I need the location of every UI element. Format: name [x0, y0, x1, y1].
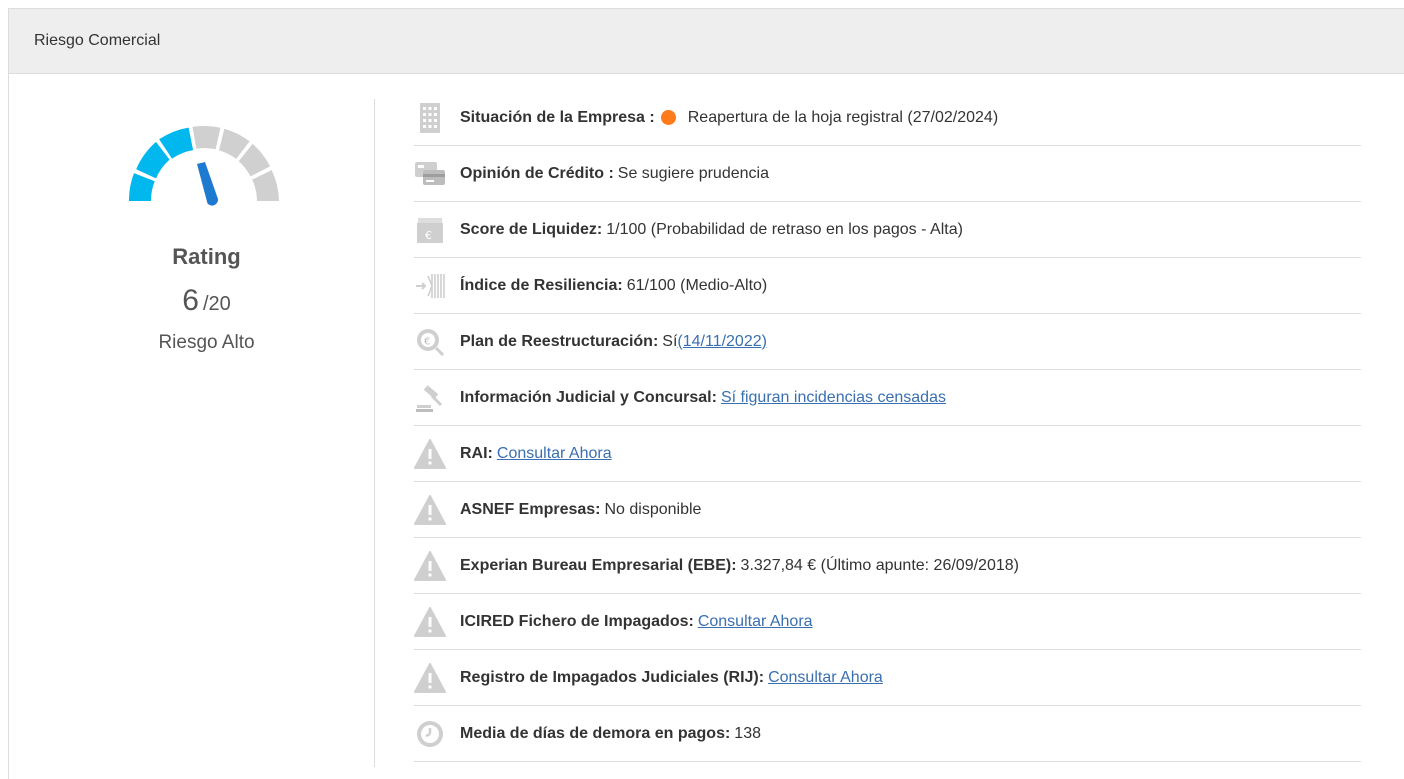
credit-card-icon [414, 158, 446, 190]
panel-title: Riesgo Comercial [34, 32, 161, 49]
rating-risk-text: Riesgo Alto [158, 332, 255, 353]
gavel-icon [414, 382, 446, 414]
warning-icon [414, 494, 446, 526]
building-icon [414, 102, 446, 134]
risk-items-list: Situación de la Empresa : Reapertura de … [414, 90, 1361, 762]
list-item-rij: Registro de Impagados Judiciales (RIJ): … [414, 650, 1361, 706]
column-divider [374, 99, 375, 767]
list-item-rai: RAI: Consultar Ahora [414, 426, 1361, 482]
item-label: Score de Liquidez: [460, 220, 603, 238]
item-value: 1/100 (Probabilidad de retraso en los pa… [606, 220, 963, 238]
rij-consult-link[interactable]: Consultar Ahora [768, 669, 883, 687]
item-label: Experian Bureau Empresarial (EBE): [460, 556, 737, 574]
item-label: Media de días de demora en pagos: [460, 724, 731, 742]
list-item-judicial-info: Información Judicial y Concursal: Sí fig… [414, 370, 1361, 426]
item-value: Se sugiere prudencia [617, 164, 769, 182]
resilience-icon [414, 270, 446, 302]
item-label: Índice de Resiliencia: [460, 276, 623, 294]
gauge-segment-4 [192, 126, 221, 150]
rating-score-value: 6 [182, 284, 199, 317]
item-label: Situación de la Empresa : [460, 108, 655, 126]
rating-score: 6/20 [9, 284, 404, 318]
euro-search-icon: € [414, 326, 446, 358]
list-item-icired: ICIRED Fichero de Impagados: Consultar A… [414, 594, 1361, 650]
item-value: 61/100 (Medio-Alto) [626, 276, 768, 294]
rating-score-max: /20 [202, 293, 231, 315]
list-item-company-status: Situación de la Empresa : Reapertura de … [414, 90, 1361, 146]
list-item-payment-delay: Media de días de demora en pagos: 138 [414, 706, 1361, 762]
item-label: Plan de Reestructuración: [460, 332, 659, 350]
rating-label: Rating [172, 244, 241, 269]
item-value: 3.327,84 € (Último apunte: 26/09/2018) [740, 556, 1019, 574]
rai-consult-link[interactable]: Consultar Ahora [497, 445, 612, 463]
rating-section: Rating 6/20 Riesgo Alto [9, 74, 374, 779]
item-value: Reapertura de la hoja registral (27/02/2… [687, 108, 999, 126]
item-label: RAI: [460, 444, 493, 462]
list-item-credit-opinion: Opinión de Crédito : Se sugiere prudenci… [414, 146, 1361, 202]
list-item-liquidity-score: € Score de Liquidez: 1/100 (Probabilidad… [414, 202, 1361, 258]
gauge-segment-1 [129, 173, 155, 201]
wallet-euro-icon: € [414, 214, 446, 246]
warning-icon [414, 662, 446, 694]
item-label: Opinión de Crédito : [460, 164, 614, 182]
list-item-asnef: ASNEF Empresas: No disponible [414, 482, 1361, 538]
list-item-experian: Experian Bureau Empresarial (EBE): 3.327… [414, 538, 1361, 594]
item-label: ASNEF Empresas: [460, 500, 601, 518]
list-item-resilience-index: Índice de Resiliencia: 61/100 (Medio-Alt… [414, 258, 1361, 314]
icired-consult-link[interactable]: Consultar Ahora [698, 613, 813, 631]
svg-text:€: € [425, 229, 432, 242]
commercial-risk-panel: Riesgo Comercial Rating 6/20 Riesgo Alto… [8, 8, 1404, 779]
restructuring-date-link[interactable]: (14/11/2022) [677, 333, 767, 351]
panel-header: Riesgo Comercial [9, 9, 1404, 74]
judicial-incidents-link[interactable]: Sí figuran incidencias censadas [721, 389, 946, 407]
item-value: Sí [662, 332, 678, 350]
item-value: No disponible [604, 500, 702, 518]
item-label: Información Judicial y Concursal: [460, 388, 717, 406]
warning-icon [414, 550, 446, 582]
item-value: 138 [734, 724, 761, 742]
rating-gauge [129, 126, 279, 206]
gauge-needle [197, 162, 219, 206]
list-item-restructuring-plan: € Plan de Reestructuración: Sí (14/11/20… [414, 314, 1361, 370]
item-label: Registro de Impagados Judiciales (RIJ): [460, 668, 765, 686]
warning-icon [414, 438, 446, 470]
status-dot [660, 110, 676, 125]
item-label: ICIRED Fichero de Impagados: [460, 612, 694, 630]
warning-icon [414, 606, 446, 638]
clock-icon [414, 718, 446, 750]
gauge-segment-7 [252, 170, 279, 201]
svg-text:€: € [424, 336, 430, 347]
